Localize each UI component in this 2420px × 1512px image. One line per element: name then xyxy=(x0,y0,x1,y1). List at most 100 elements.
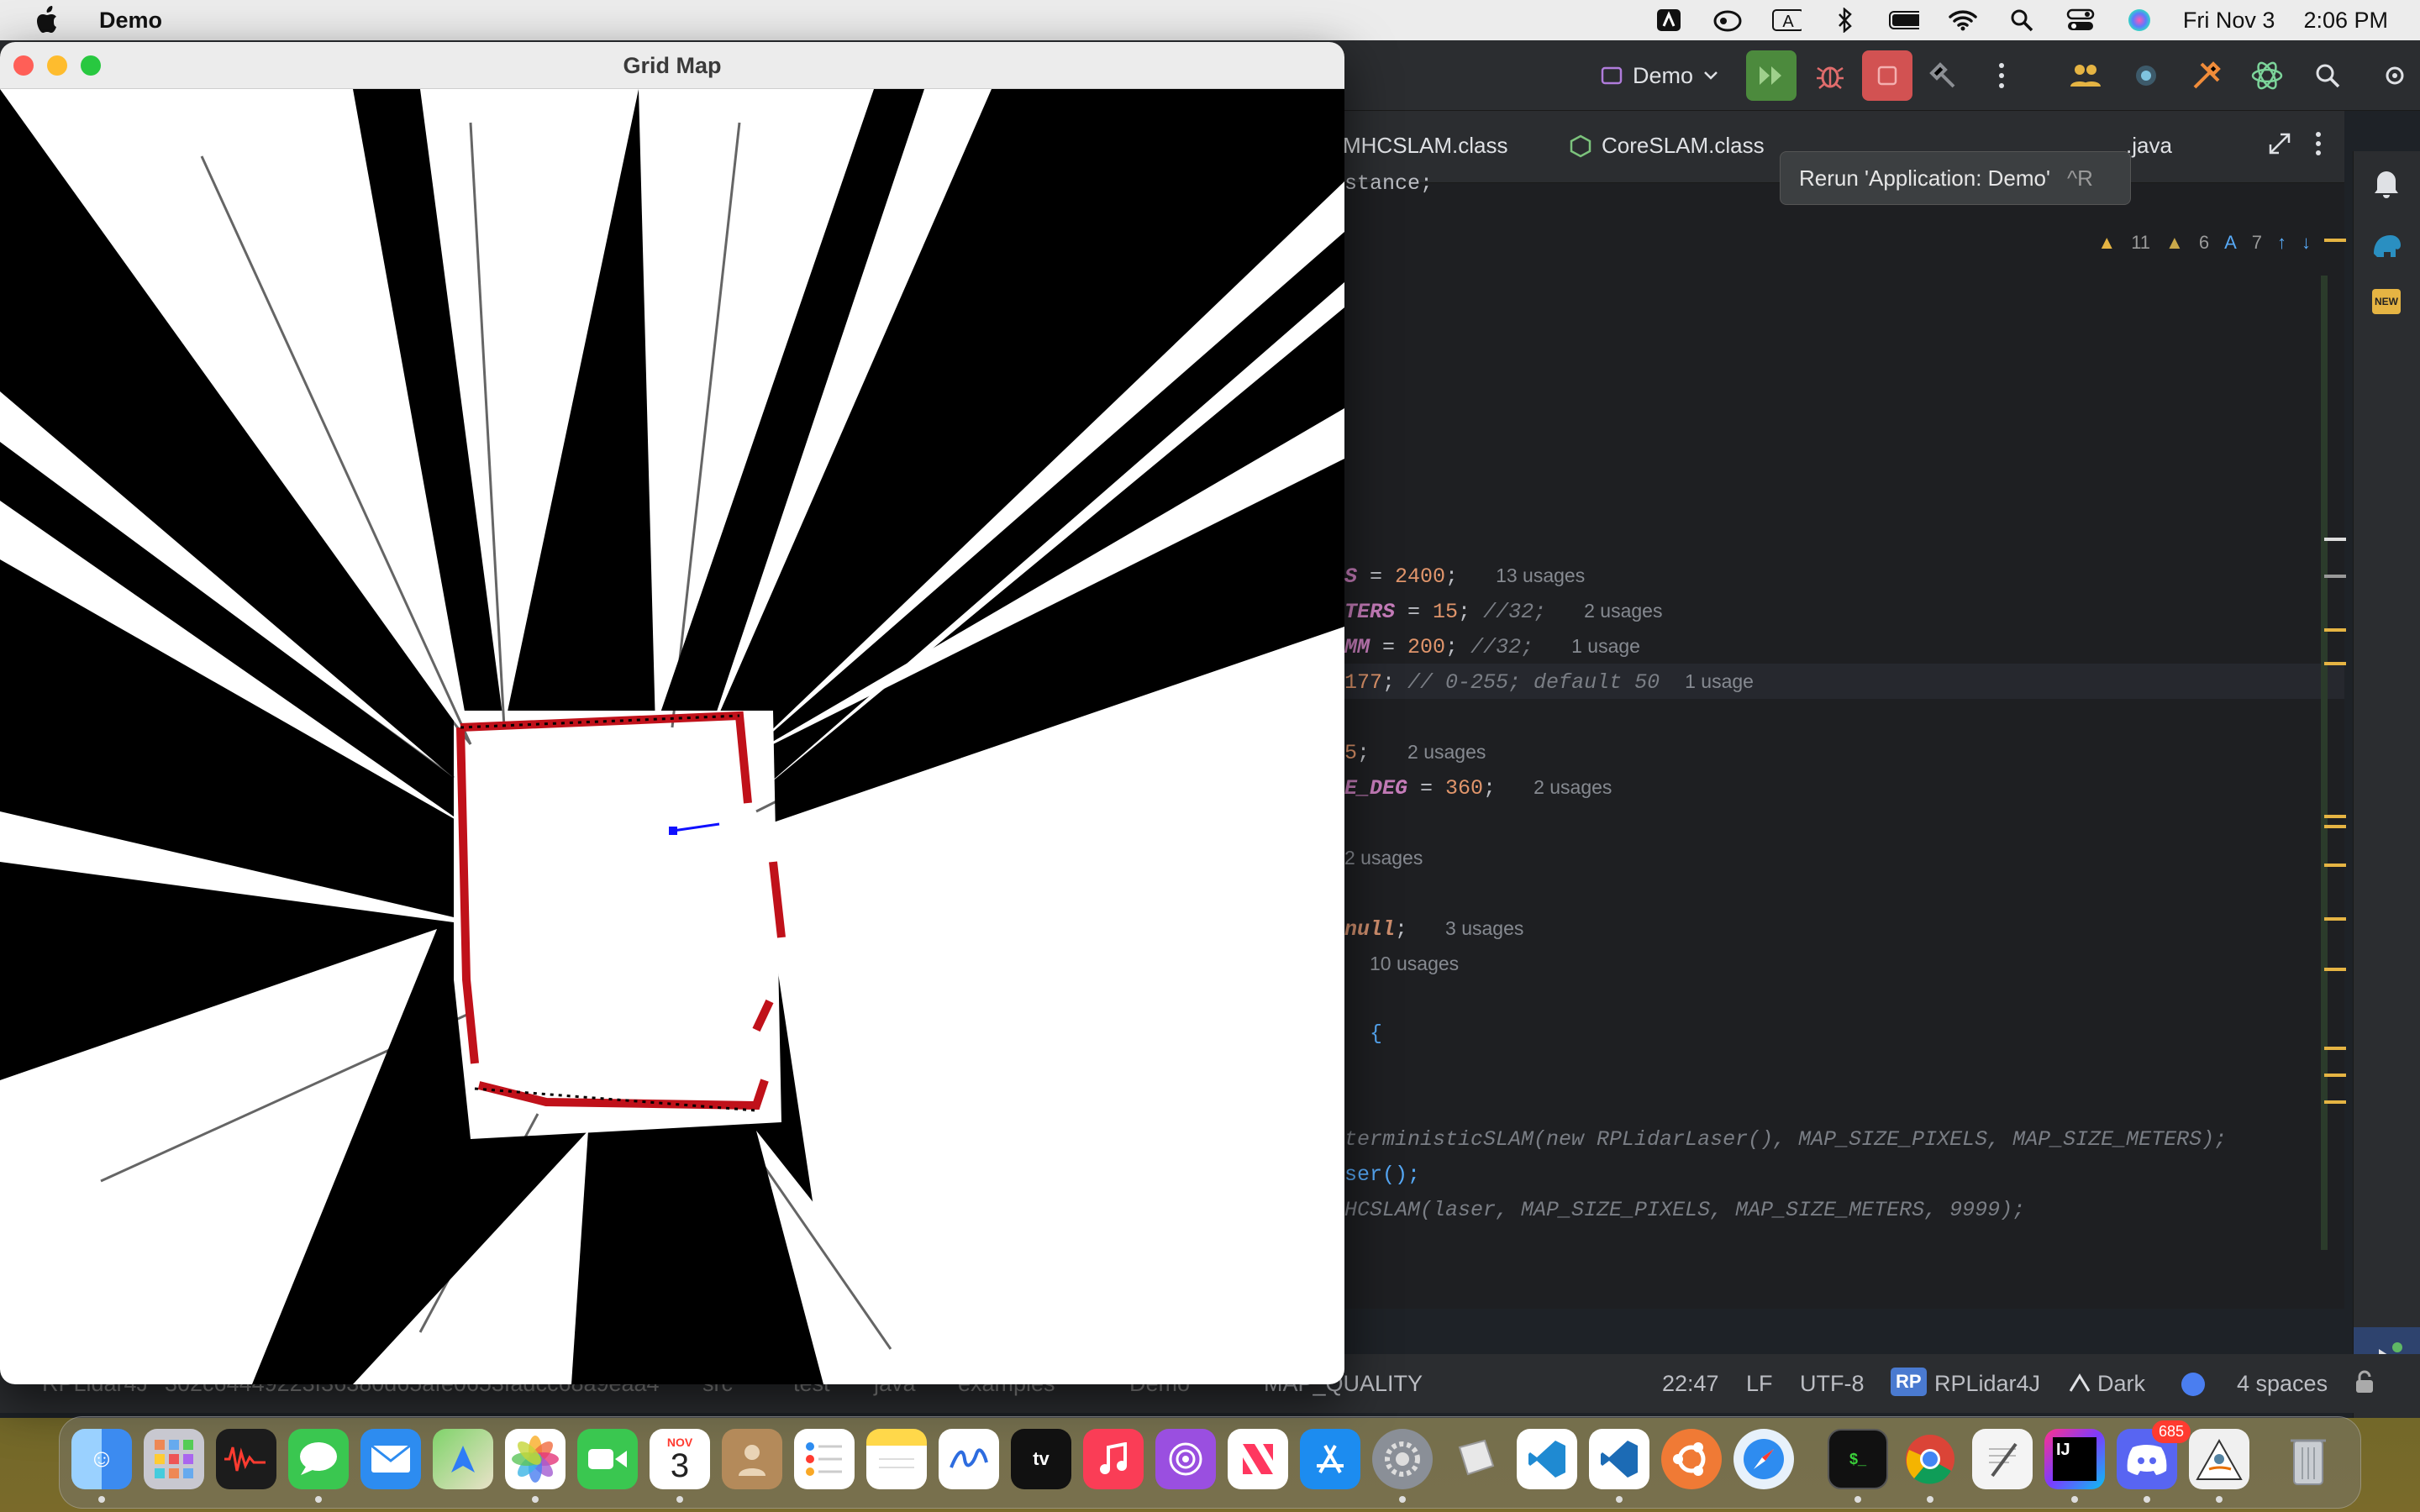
project-name[interactable]: RPLidar4J xyxy=(1934,1371,2040,1397)
lock-icon[interactable] xyxy=(2353,1369,2376,1400)
settings-gear-icon[interactable] xyxy=(2370,50,2420,101)
occupancy-grid-map[interactable] xyxy=(0,89,1344,1384)
stripe-mark[interactable] xyxy=(2324,538,2346,541)
terminal-icon[interactable]: $_ xyxy=(1828,1429,1888,1489)
search-everywhere-icon[interactable] xyxy=(2302,50,2353,101)
freeform-icon[interactable] xyxy=(939,1429,999,1489)
theme-name[interactable]: Dark xyxy=(2097,1371,2145,1397)
maps-icon[interactable] xyxy=(433,1429,493,1489)
stripe-mark[interactable] xyxy=(2324,1074,2346,1077)
control-center-icon[interactable] xyxy=(2065,8,2096,33)
a-menu-icon[interactable] xyxy=(1654,8,1684,33)
zoom-window-button[interactable] xyxy=(81,55,101,76)
caret-position[interactable]: 22:47 xyxy=(1662,1371,1719,1397)
previous-highlight-icon[interactable]: ↑ xyxy=(2277,232,2286,254)
stripe-mark[interactable] xyxy=(2324,917,2346,921)
ubuntu-icon[interactable] xyxy=(1661,1429,1722,1489)
usages-hint[interactable]: 1 usage xyxy=(1685,670,1754,692)
apple-tv-icon[interactable]: tv xyxy=(1011,1429,1071,1489)
database-elephant-icon[interactable] xyxy=(2370,232,2402,265)
music-icon[interactable] xyxy=(1083,1429,1144,1489)
status-indicator-icon[interactable] xyxy=(2181,1373,2205,1396)
stripe-mark[interactable] xyxy=(2324,662,2346,665)
stripe-mark[interactable] xyxy=(2324,239,2346,242)
stripe-mark[interactable] xyxy=(2324,968,2346,971)
file-encoding[interactable]: UTF-8 xyxy=(1800,1371,1865,1397)
mail-icon[interactable] xyxy=(360,1429,421,1489)
system-settings-icon[interactable] xyxy=(1372,1429,1433,1489)
siri-icon[interactable] xyxy=(2124,8,2154,33)
usages-hint[interactable]: 2 usages xyxy=(1584,600,1662,622)
sandbox-cube-icon[interactable] xyxy=(1444,1429,1505,1489)
debug-button[interactable] xyxy=(1805,50,1855,101)
minimize-window-button[interactable] xyxy=(47,55,67,76)
calendar-icon[interactable]: NOV 3 xyxy=(650,1429,710,1489)
error-stripe[interactable] xyxy=(2321,276,2328,1250)
stripe-mark[interactable] xyxy=(2324,825,2346,828)
podcasts-icon[interactable] xyxy=(1155,1429,1216,1489)
stripe-mark[interactable] xyxy=(2324,575,2346,578)
usages-hint[interactable]: 2 usages xyxy=(1344,847,1423,869)
apple-menu-icon[interactable] xyxy=(32,3,66,37)
messages-icon[interactable] xyxy=(288,1429,349,1489)
usages-hint[interactable]: 3 usages xyxy=(1445,917,1523,939)
launchpad-icon[interactable] xyxy=(144,1429,204,1489)
stripe-mark[interactable] xyxy=(2324,815,2346,818)
code-editor[interactable]: ▲ 11 ▲ 6 A7 ↑ ↓ stance; S = 2400; 13 usages… xyxy=(1336,171,2344,1309)
app-store-icon[interactable] xyxy=(1300,1429,1360,1489)
inspection-widget[interactable]: ▲ 11 ▲ 6 A7 ↑ ↓ xyxy=(2097,232,2311,254)
active-app-name[interactable]: Demo xyxy=(99,8,162,34)
status-dot-icon[interactable] xyxy=(2121,50,2171,101)
contacts-icon[interactable] xyxy=(722,1429,782,1489)
vscode-insiders-icon[interactable] xyxy=(1589,1429,1649,1489)
photos-icon[interactable] xyxy=(505,1429,566,1489)
stripe-mark[interactable] xyxy=(2324,864,2346,867)
rerun-button[interactable] xyxy=(1746,50,1797,101)
more-actions-icon[interactable] xyxy=(1976,50,2027,101)
safari-icon[interactable] xyxy=(1733,1429,1794,1489)
stripe-mark[interactable] xyxy=(2324,1047,2346,1050)
stop-button[interactable] xyxy=(1862,50,1912,101)
chrome-icon[interactable] xyxy=(1900,1429,1960,1489)
java-launcher-icon[interactable] xyxy=(2189,1429,2249,1489)
finder-icon[interactable]: ☺ xyxy=(71,1429,132,1489)
code-with-me-icon[interactable] xyxy=(2060,50,2111,101)
facetime-icon[interactable] xyxy=(577,1429,638,1489)
ai-assistant-icon[interactable] xyxy=(2242,50,2292,101)
voice-memos-icon[interactable] xyxy=(216,1429,276,1489)
usages-hint[interactable]: 1 usage xyxy=(1571,635,1640,657)
tab-coreslam[interactable]: CoreSLAM.class xyxy=(1570,133,1765,159)
intellij-idea-icon[interactable]: IJ xyxy=(2044,1429,2105,1489)
notes-icon[interactable] xyxy=(866,1429,927,1489)
grid-map-titlebar[interactable]: Grid Map xyxy=(0,42,1344,89)
usages-hint[interactable]: 2 usages xyxy=(1534,776,1612,798)
spotlight-icon[interactable] xyxy=(2007,8,2037,33)
tools-icon[interactable] xyxy=(2181,50,2232,101)
tab-java-file[interactable]: .java xyxy=(2126,133,2172,159)
wifi-icon[interactable] xyxy=(1948,8,1978,33)
usages-hint[interactable]: 10 usages xyxy=(1370,953,1459,974)
tab-mhcslam[interactable]: MHCSLAM.class xyxy=(1343,133,1507,159)
notifications-bell-icon[interactable] xyxy=(2372,168,2401,202)
indent-setting[interactable]: 4 spaces xyxy=(2237,1371,2328,1397)
menubar-time[interactable]: 2:06 PM xyxy=(2303,8,2388,34)
maximize-editor-icon[interactable] xyxy=(2267,131,2292,156)
textedit-icon[interactable] xyxy=(1972,1429,2033,1489)
news-icon[interactable] xyxy=(1228,1429,1288,1489)
menubar-date[interactable]: Fri Nov 3 xyxy=(2183,8,2275,34)
stripe-mark[interactable] xyxy=(2324,1100,2346,1104)
usages-hint[interactable]: 2 usages xyxy=(1407,741,1486,763)
close-window-button[interactable] xyxy=(13,55,34,76)
battery-icon[interactable] xyxy=(1888,8,1919,33)
tab-more-icon[interactable] xyxy=(2314,131,2323,156)
stripe-mark[interactable] xyxy=(2324,628,2346,632)
creative-cloud-icon[interactable] xyxy=(1712,8,1743,33)
trash-icon[interactable] xyxy=(2278,1429,2338,1489)
reminders-icon[interactable] xyxy=(794,1429,855,1489)
next-highlight-icon[interactable]: ↓ xyxy=(2302,232,2311,254)
vscode-icon[interactable] xyxy=(1517,1429,1577,1489)
run-configuration-selector[interactable]: Demo xyxy=(1601,59,1718,92)
bluetooth-icon[interactable] xyxy=(1830,8,1860,33)
usages-hint[interactable]: 13 usages xyxy=(1496,564,1585,586)
new-ui-badge-icon[interactable]: NEW xyxy=(2372,289,2401,314)
